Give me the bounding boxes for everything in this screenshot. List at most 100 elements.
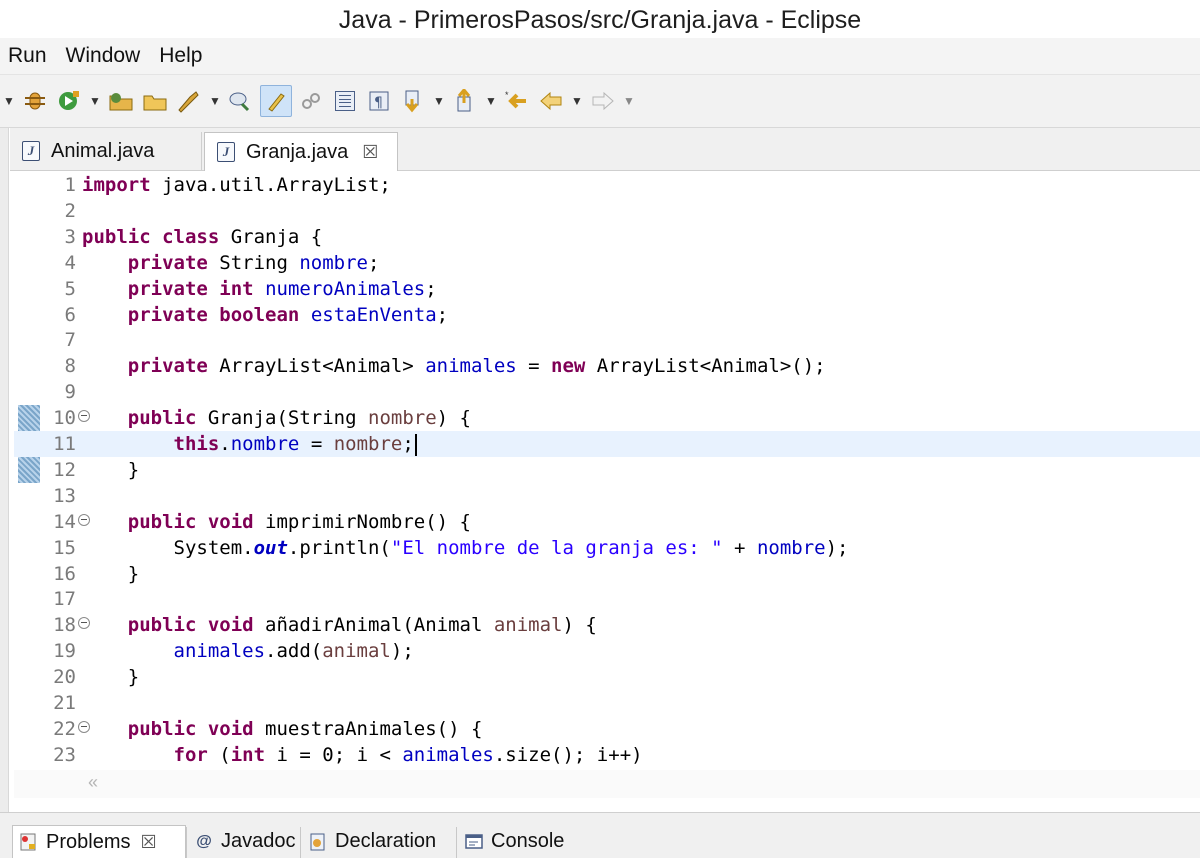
dropdown-arrow-icon[interactable]: ▼ (2, 84, 16, 118)
horizontal-scrollbar[interactable]: « (14, 770, 1200, 798)
code-line[interactable]: 13 (14, 483, 1200, 509)
editor-area: J Animal.java J Granja.java ☒ 1import ja… (0, 128, 1200, 812)
next-annotation-dropdown-icon[interactable]: ▼ (432, 84, 446, 118)
line-source: public Granja(String nombre) { (82, 405, 471, 431)
code-line[interactable]: 16 } (14, 561, 1200, 587)
left-strip (0, 128, 9, 812)
code-line[interactable]: 7 (14, 327, 1200, 353)
code-line[interactable]: 23 for (int i = 0; i < animales.size(); … (14, 742, 1200, 768)
code-line[interactable]: 2 (14, 198, 1200, 224)
tab-problems[interactable]: Problems ☒ (12, 825, 186, 858)
tab-separator (300, 827, 301, 858)
line-number: 8 (38, 353, 76, 379)
code-line[interactable]: 21 (14, 690, 1200, 716)
code-line[interactable]: 3public class Granja { (14, 224, 1200, 250)
tab-animal-java[interactable]: J Animal.java (10, 132, 202, 170)
back-dropdown-icon[interactable]: ▼ (570, 84, 584, 118)
code-line[interactable]: 4 private String nombre; (14, 250, 1200, 276)
line-source: import java.util.ArrayList; (82, 172, 391, 198)
line-source: System.out.println("El nombre de la gran… (82, 535, 848, 561)
tab-javadoc[interactable]: @ Javadoc (188, 825, 300, 858)
code-editor[interactable]: 1import java.util.ArrayList;23public cla… (14, 172, 1200, 768)
scroll-left-icon[interactable]: « (88, 772, 98, 793)
close-icon[interactable]: ☒ (140, 832, 156, 853)
code-line[interactable]: 6 private boolean estaEnVenta; (14, 302, 1200, 328)
code-line[interactable]: 15 System.out.println("El nombre de la g… (14, 535, 1200, 561)
line-number: 22 (38, 716, 76, 742)
previous-annotation-dropdown-icon[interactable]: ▼ (484, 84, 498, 118)
toggle-breadcrumb-icon[interactable] (226, 86, 256, 116)
tab-granja-java[interactable]: J Granja.java ☒ (204, 132, 398, 171)
line-number: 13 (38, 483, 76, 509)
menu-help[interactable]: Help (152, 44, 214, 68)
line-number: 2 (38, 198, 76, 224)
tab-console[interactable]: Console (458, 825, 578, 858)
window-title: Java - PrimerosPasos/src/Granja.java - E… (0, 0, 1200, 38)
line-number: 3 (38, 224, 76, 250)
code-line[interactable]: 19 animales.add(animal); (14, 638, 1200, 664)
line-source: } (82, 561, 139, 587)
console-icon (464, 832, 484, 852)
block-selection-icon[interactable] (330, 86, 360, 116)
line-number: 16 (38, 561, 76, 587)
tab-label: Problems (46, 831, 130, 854)
code-line[interactable]: 9 (14, 379, 1200, 405)
code-line[interactable]: 11 this.nombre = nombre; (14, 431, 1200, 457)
line-number: 4 (38, 250, 76, 276)
forward-icon[interactable] (588, 86, 618, 116)
code-line[interactable]: 12 } (14, 457, 1200, 483)
editor-tab-bar: J Animal.java J Granja.java ☒ (10, 128, 1200, 171)
code-line[interactable]: 5 private int numeroAnimales; (14, 276, 1200, 302)
line-number: 9 (38, 379, 76, 405)
menu-run[interactable]: Run (0, 44, 59, 68)
line-source: } (82, 457, 139, 483)
link-icon[interactable] (296, 86, 326, 116)
java-file-icon: J (217, 142, 235, 162)
line-source: private int numeroAnimales; (82, 276, 437, 302)
show-whitespace-icon[interactable]: ¶ (364, 86, 394, 116)
line-number: 6 (38, 302, 76, 328)
close-icon[interactable]: ☒ (362, 142, 378, 163)
line-number: 1 (38, 172, 76, 198)
line-number: 14 (38, 509, 76, 535)
mark-occurrences-icon[interactable] (260, 85, 292, 117)
code-line[interactable]: 10 public Granja(String nombre) { (14, 405, 1200, 431)
line-number: 23 (38, 742, 76, 768)
forward-dropdown-icon[interactable]: ▼ (622, 84, 636, 118)
line-source: for (int i = 0; i < animales.size(); i++… (82, 742, 643, 768)
line-number: 20 (38, 664, 76, 690)
line-source: } (82, 664, 139, 690)
line-number: 18 (38, 612, 76, 638)
code-line[interactable]: 1import java.util.ArrayList; (14, 172, 1200, 198)
toolbar: ▼ ▼ ▼ ¶ ▼ ▼ * ▼ ▼ (0, 75, 1200, 128)
tab-separator (186, 827, 187, 858)
code-line[interactable]: 14 public void imprimirNombre() { (14, 509, 1200, 535)
bottom-panel: Problems ☒ @ Javadoc Declaration Console (0, 812, 1200, 858)
code-line[interactable]: 22 public void muestraAnimales() { (14, 716, 1200, 742)
tab-label: Console (491, 830, 564, 853)
tab-label: Javadoc (221, 830, 296, 853)
tab-declaration[interactable]: Declaration (302, 825, 456, 858)
line-number: 21 (38, 690, 76, 716)
debug-icon[interactable] (20, 86, 50, 116)
tab-label: Granja.java (246, 141, 348, 164)
run-icon[interactable] (54, 86, 84, 116)
code-line[interactable]: 17 (14, 586, 1200, 612)
open-type-icon[interactable] (106, 86, 136, 116)
open-folder-icon[interactable] (140, 86, 170, 116)
back-icon[interactable] (536, 86, 566, 116)
menu-window[interactable]: Window (59, 44, 153, 68)
run-dropdown-icon[interactable]: ▼ (88, 84, 102, 118)
last-edit-icon[interactable]: * (502, 86, 532, 116)
code-line[interactable]: 20 } (14, 664, 1200, 690)
line-source: animales.add(animal); (82, 638, 414, 664)
line-number: 15 (38, 535, 76, 561)
next-annotation-icon[interactable] (398, 86, 428, 116)
search-icon[interactable] (174, 86, 204, 116)
svg-text:*: * (505, 90, 509, 100)
previous-annotation-icon[interactable] (450, 86, 480, 116)
search-dropdown-icon[interactable]: ▼ (208, 84, 222, 118)
code-line[interactable]: 8 private ArrayList<Animal> animales = n… (14, 353, 1200, 379)
line-number: 19 (38, 638, 76, 664)
code-line[interactable]: 18 public void añadirAnimal(Animal anima… (14, 612, 1200, 638)
